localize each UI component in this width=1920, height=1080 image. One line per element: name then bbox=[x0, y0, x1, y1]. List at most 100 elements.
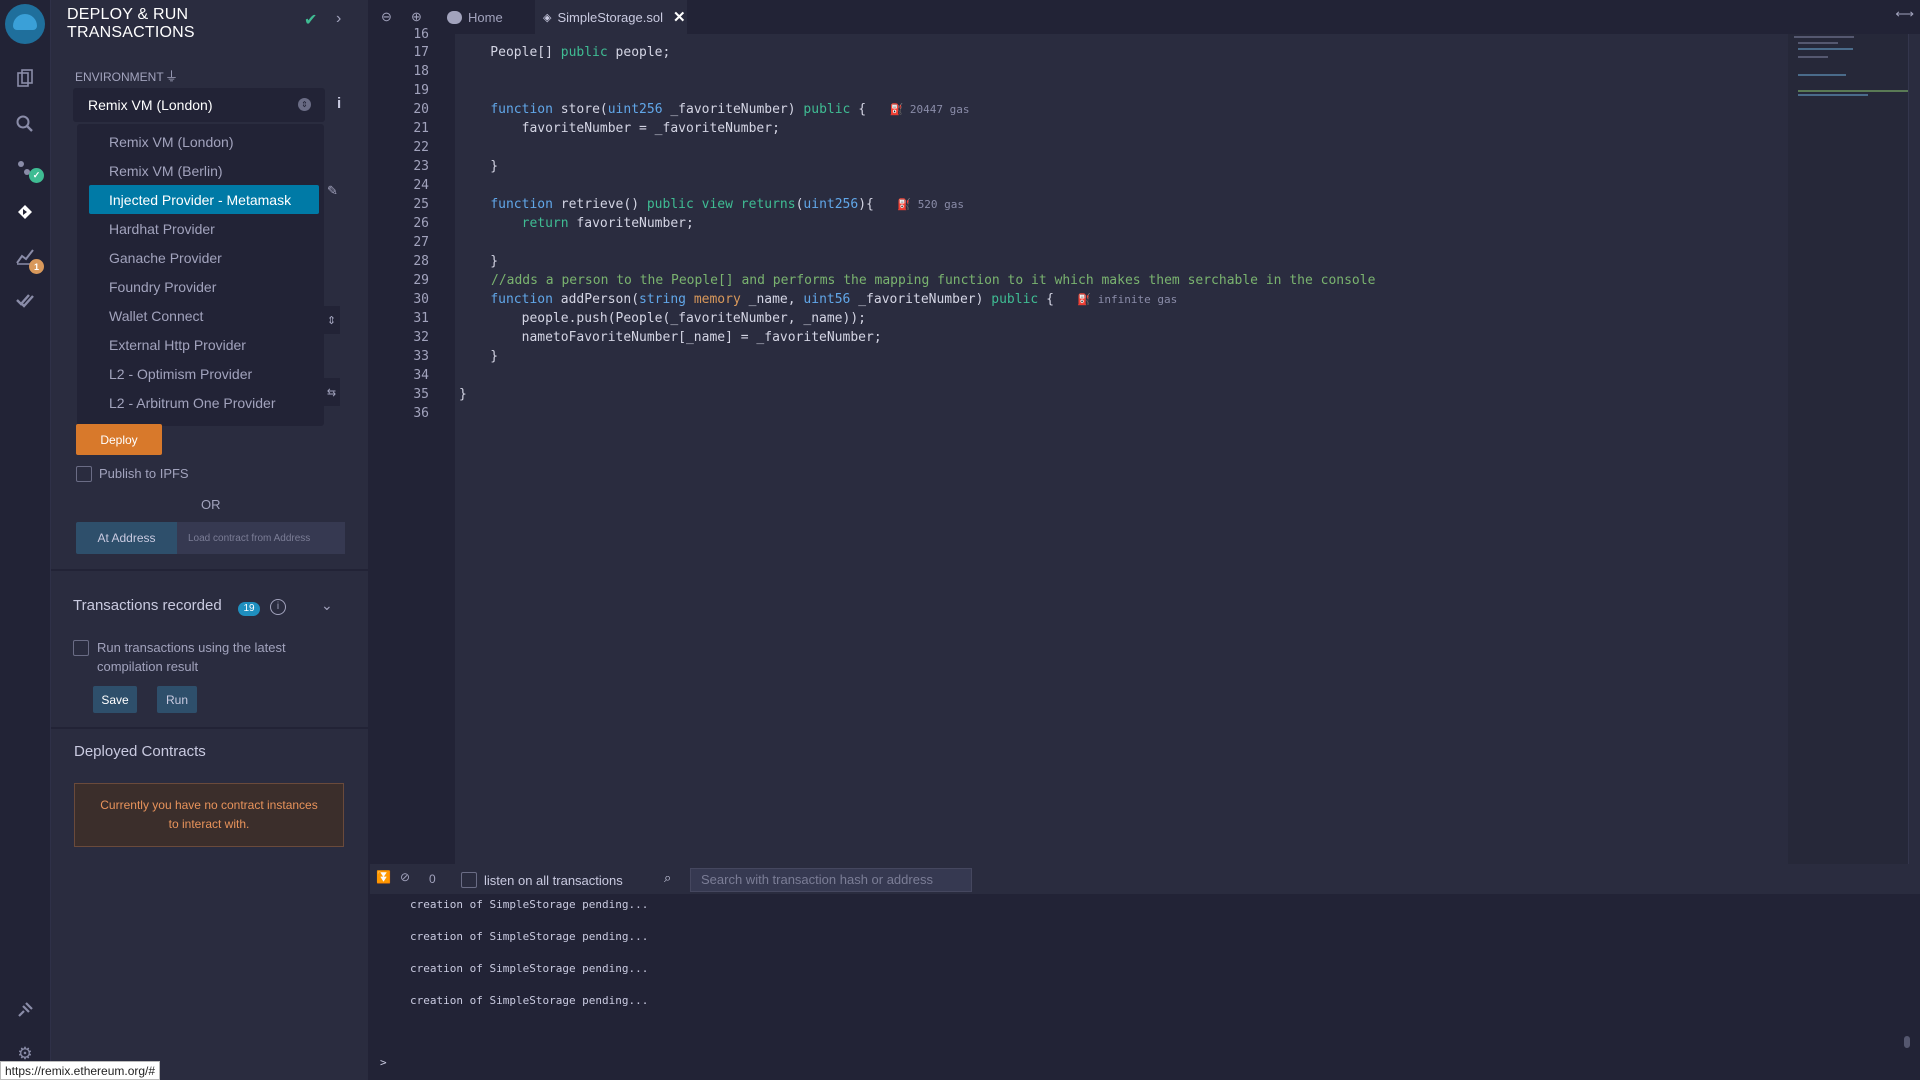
listen-transactions-label: listen on all transactions bbox=[484, 873, 623, 888]
transaction-search-input[interactable]: Search with transaction hash or address bbox=[690, 868, 972, 892]
zoom-in-icon[interactable]: ⊕ bbox=[411, 9, 422, 25]
zoom-out-icon[interactable]: ⊖ bbox=[381, 9, 392, 25]
terminal-prompt[interactable]: > bbox=[380, 1056, 387, 1069]
env-option-external-http[interactable]: External Http Provider bbox=[77, 330, 324, 359]
home-icon bbox=[447, 10, 462, 24]
tab-file-label: SimpleStorage.sol bbox=[557, 9, 663, 25]
code-editor[interactable]: 16 17 18 19 20 21 22 23 24 25 26 27 28 2… bbox=[370, 27, 1920, 864]
env-option-wallet-connect[interactable]: Wallet Connect bbox=[77, 301, 324, 330]
environment-select-value: Remix VM (London) bbox=[88, 97, 213, 113]
env-option-remix-vm-london[interactable]: Remix VM (London) bbox=[77, 127, 324, 156]
code-line: } bbox=[459, 349, 499, 364]
file-explorer-icon[interactable] bbox=[13, 66, 37, 90]
line-number: 36 bbox=[413, 406, 429, 421]
solidity-file-icon: ◈ bbox=[543, 11, 552, 24]
line-number-gutter: 16 17 18 19 20 21 22 23 24 25 26 27 28 2… bbox=[370, 27, 455, 864]
code-line: } bbox=[459, 159, 499, 174]
tab-home-label: Home bbox=[468, 9, 503, 25]
line-number: 21 bbox=[413, 121, 429, 136]
clear-console-icon[interactable]: ⊘ bbox=[400, 870, 410, 884]
code-line: nametoFavoriteNumber[_name] = _favoriteN… bbox=[459, 330, 882, 345]
close-tab-icon[interactable]: ✕ bbox=[673, 8, 686, 26]
at-address-button[interactable]: At Address bbox=[76, 522, 177, 554]
line-number: 23 bbox=[413, 159, 429, 174]
save-button[interactable]: Save bbox=[93, 686, 137, 713]
transactions-recorded-label: Transactions recorded bbox=[73, 597, 222, 614]
gas-retrieve: ⛽ 520 gas bbox=[897, 198, 965, 211]
code-area[interactable]: People[] public people; function store(u… bbox=[455, 34, 1920, 864]
line-number: 22 bbox=[413, 140, 429, 155]
terminal-panel: ⏬ ⊘ 0 listen on all transactions ⌕ Searc… bbox=[370, 864, 1920, 1080]
tab-home[interactable]: Home bbox=[447, 0, 532, 34]
editor-scrollbar[interactable] bbox=[1908, 34, 1920, 864]
code-line: } bbox=[459, 254, 499, 269]
env-option-ganache[interactable]: Ganache Provider bbox=[77, 243, 324, 272]
publish-ipfs-label: Publish to IPFS bbox=[99, 466, 189, 481]
line-number: 24 bbox=[413, 178, 429, 193]
terminal-search-icon: ⌕ bbox=[664, 870, 672, 885]
env-option-remix-vm-berlin[interactable]: Remix VM (Berlin) bbox=[77, 156, 324, 185]
hidden-select-arrows-icon[interactable]: ⇕ bbox=[323, 306, 340, 334]
line-number: 32 bbox=[413, 330, 429, 345]
code-line: } bbox=[459, 387, 467, 402]
line-number: 19 bbox=[413, 83, 429, 98]
hidden-copy-icon[interactable]: ⇆ bbox=[323, 378, 340, 406]
line-number: 25 bbox=[413, 197, 429, 212]
code-line: function retrieve() public view returns(… bbox=[490, 197, 965, 212]
compile-check-icon: ✔ bbox=[304, 12, 318, 29]
line-number: 30 bbox=[413, 292, 429, 307]
icon-rail: ✓ 1 ⚙ bbox=[0, 0, 51, 1080]
tab-simplestorage[interactable]: ◈ SimpleStorage.sol ✕ bbox=[535, 0, 687, 34]
env-option-arbitrum[interactable]: L2 - Arbitrum One Provider bbox=[77, 388, 324, 417]
deployed-contracts-section: Deployed Contracts Currently you have no… bbox=[51, 727, 368, 859]
plugin-manager-icon[interactable] bbox=[13, 998, 37, 1022]
line-number: 20 bbox=[413, 102, 429, 117]
env-option-injected-metamask[interactable]: Injected Provider - Metamask bbox=[89, 185, 319, 214]
no-instances-alert: Currently you have no contract instances… bbox=[74, 783, 344, 847]
gas-store: ⛽ 20447 gas bbox=[889, 103, 970, 116]
code-comment-line: //adds a person to the People[] and perf… bbox=[491, 273, 1376, 288]
publish-ipfs-checkbox[interactable] bbox=[76, 466, 92, 482]
env-option-hardhat[interactable]: Hardhat Provider bbox=[77, 214, 324, 243]
env-option-optimism[interactable]: L2 - Optimism Provider bbox=[77, 359, 324, 388]
analysis-badge: 1 bbox=[29, 259, 44, 274]
edit-icon[interactable]: ✎ bbox=[327, 183, 338, 199]
deploy-button[interactable]: Deploy bbox=[76, 424, 162, 455]
line-number: 28 bbox=[413, 254, 429, 269]
line-number: 17 bbox=[413, 45, 429, 60]
run-latest-checkbox[interactable] bbox=[73, 640, 89, 656]
chevron-right-icon[interactable]: › bbox=[336, 10, 341, 28]
terminal-scroll-thumb[interactable] bbox=[1904, 1036, 1910, 1048]
load-contract-address-input[interactable]: Load contract from Address bbox=[177, 522, 345, 554]
transactions-info-icon[interactable]: i bbox=[270, 599, 286, 615]
remix-logo-icon[interactable] bbox=[5, 4, 45, 44]
deploy-run-icon[interactable] bbox=[13, 200, 37, 224]
code-line: function addPerson(string memory _name, … bbox=[490, 292, 1178, 307]
code-line: function store(uint256 _favoriteNumber) … bbox=[490, 102, 970, 117]
listen-transactions-checkbox[interactable] bbox=[461, 872, 477, 888]
terminal-log-line: creation of SimpleStorage pending... bbox=[410, 898, 649, 911]
code-line: favoriteNumber = _favoriteNumber; bbox=[459, 121, 780, 136]
collapse-terminal-icon[interactable]: ⏬ bbox=[376, 870, 391, 884]
line-number: 34 bbox=[413, 368, 429, 383]
search-icon[interactable] bbox=[13, 112, 37, 136]
minimap[interactable] bbox=[1788, 34, 1908, 864]
gas-add-person: ⛽ infinite gas bbox=[1077, 293, 1178, 306]
unit-testing-icon[interactable] bbox=[13, 288, 37, 312]
run-latest-label: Run transactions using the latest compil… bbox=[97, 640, 286, 674]
expand-panel-icon[interactable]: ⟷ bbox=[1895, 6, 1914, 22]
environment-label: ENVIRONMENT bbox=[75, 70, 164, 84]
code-line: return favoriteNumber; bbox=[521, 216, 694, 231]
info-icon[interactable]: i bbox=[337, 95, 341, 112]
run-button[interactable]: Run bbox=[157, 686, 197, 713]
environment-select[interactable]: Remix VM (London) ⇕ bbox=[73, 88, 325, 122]
terminal-toolbar: ⏬ ⊘ 0 listen on all transactions ⌕ Searc… bbox=[370, 864, 1920, 894]
terminal-log-line: creation of SimpleStorage pending... bbox=[410, 994, 649, 1007]
line-number: 26 bbox=[413, 216, 429, 231]
or-label: OR bbox=[201, 497, 221, 512]
chevron-down-icon[interactable]: ⌄ bbox=[321, 597, 333, 614]
env-option-foundry[interactable]: Foundry Provider bbox=[77, 272, 324, 301]
environment-dropdown: Remix VM (London) Remix VM (Berlin) Inje… bbox=[77, 124, 324, 426]
panel-title: DEPLOY & RUN TRANSACTIONS bbox=[67, 6, 195, 41]
code-line: people.push(People(_favoriteNumber, _nam… bbox=[459, 311, 866, 326]
